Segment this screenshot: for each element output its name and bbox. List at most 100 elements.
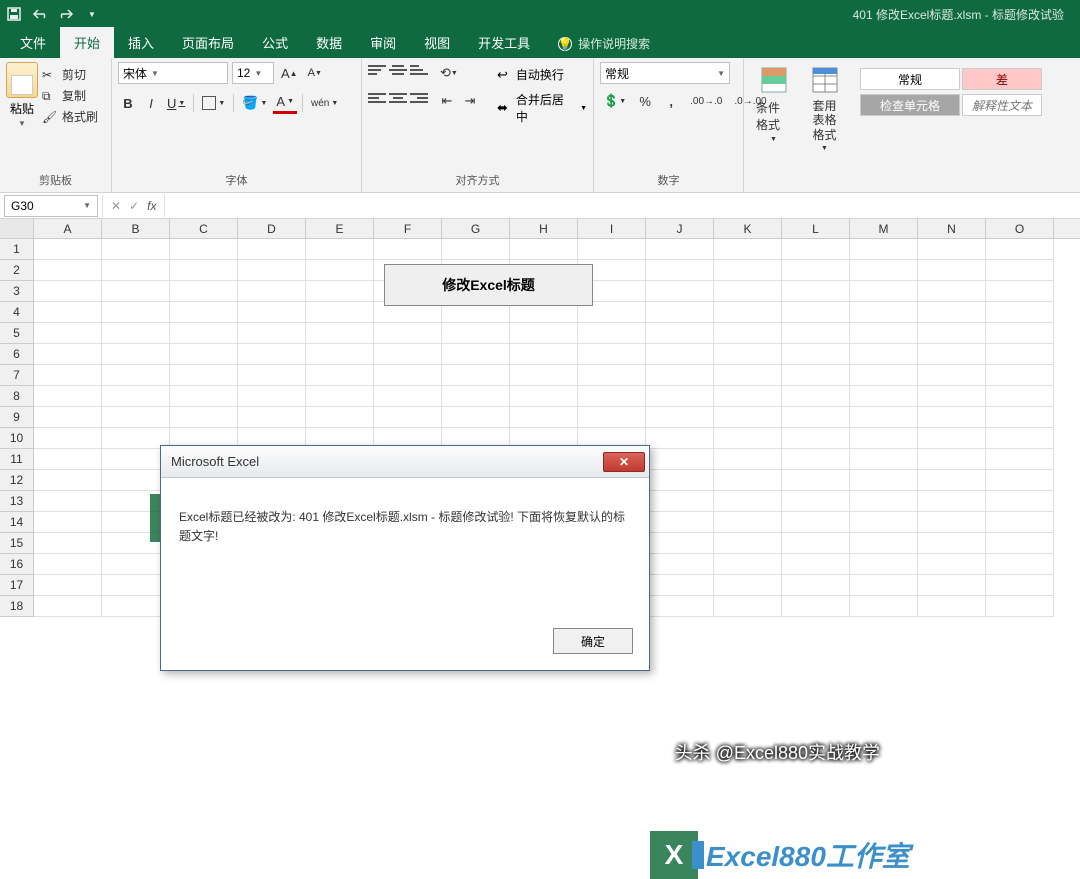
cell[interactable]: [850, 470, 918, 491]
cell[interactable]: [714, 407, 782, 428]
tab-review[interactable]: 审阅: [356, 27, 410, 58]
cell[interactable]: [918, 554, 986, 575]
cell[interactable]: [918, 449, 986, 470]
cell[interactable]: [34, 596, 102, 617]
cell[interactable]: [782, 302, 850, 323]
cell[interactable]: [102, 323, 170, 344]
col-header-B[interactable]: B: [102, 219, 170, 238]
cell[interactable]: [102, 281, 170, 302]
decrease-indent-button[interactable]: ⇤: [437, 90, 457, 112]
cell[interactable]: [646, 554, 714, 575]
dialog-close-button[interactable]: ✕: [603, 452, 645, 472]
row-header[interactable]: 15: [0, 533, 34, 554]
align-left-button[interactable]: [368, 90, 386, 106]
cell[interactable]: [34, 302, 102, 323]
cell[interactable]: [374, 365, 442, 386]
cell[interactable]: [374, 407, 442, 428]
cell[interactable]: [714, 554, 782, 575]
cell[interactable]: [646, 239, 714, 260]
copy-button[interactable]: ⧉复制: [42, 87, 98, 104]
cell[interactable]: [918, 491, 986, 512]
cell[interactable]: [782, 260, 850, 281]
col-header-O[interactable]: O: [986, 219, 1054, 238]
cell[interactable]: [782, 596, 850, 617]
cell[interactable]: [510, 386, 578, 407]
cell[interactable]: [646, 449, 714, 470]
cell[interactable]: [986, 260, 1054, 281]
cell[interactable]: [986, 302, 1054, 323]
cell[interactable]: [918, 407, 986, 428]
cell[interactable]: [578, 365, 646, 386]
cell[interactable]: [34, 554, 102, 575]
cell[interactable]: [782, 239, 850, 260]
align-right-button[interactable]: [410, 90, 428, 106]
row-header[interactable]: 9: [0, 407, 34, 428]
cell[interactable]: [238, 281, 306, 302]
cell[interactable]: [306, 344, 374, 365]
cell[interactable]: [782, 386, 850, 407]
cell[interactable]: [646, 470, 714, 491]
style-check[interactable]: 检查单元格: [860, 94, 960, 116]
enter-icon[interactable]: ✓: [129, 199, 139, 213]
tab-formulas[interactable]: 公式: [248, 27, 302, 58]
cell[interactable]: [646, 596, 714, 617]
cell[interactable]: [34, 260, 102, 281]
cell[interactable]: [34, 491, 102, 512]
row-header[interactable]: 18: [0, 596, 34, 617]
cell[interactable]: [238, 407, 306, 428]
cell[interactable]: [374, 239, 442, 260]
save-icon[interactable]: [6, 6, 22, 22]
cell[interactable]: [918, 281, 986, 302]
cell[interactable]: [850, 281, 918, 302]
cell[interactable]: [510, 344, 578, 365]
cell[interactable]: [918, 323, 986, 344]
row-header[interactable]: 3: [0, 281, 34, 302]
bold-button[interactable]: B: [118, 92, 138, 114]
cell[interactable]: [850, 428, 918, 449]
cell[interactable]: [714, 344, 782, 365]
row-header[interactable]: 12: [0, 470, 34, 491]
cell[interactable]: [918, 428, 986, 449]
cell[interactable]: [170, 302, 238, 323]
row-header[interactable]: 6: [0, 344, 34, 365]
cell[interactable]: [34, 281, 102, 302]
cell[interactable]: [238, 386, 306, 407]
cell[interactable]: [102, 239, 170, 260]
cell[interactable]: [714, 386, 782, 407]
cell[interactable]: [238, 302, 306, 323]
cell[interactable]: [782, 512, 850, 533]
format-as-table-button[interactable]: 套用 表格格式 ▼: [801, 62, 848, 154]
cell[interactable]: [986, 512, 1054, 533]
cell[interactable]: [782, 449, 850, 470]
cell[interactable]: [714, 428, 782, 449]
cell[interactable]: [646, 344, 714, 365]
tab-developer[interactable]: 开发工具: [464, 27, 544, 58]
cell[interactable]: [986, 575, 1054, 596]
cell[interactable]: [306, 260, 374, 281]
cell[interactable]: [170, 260, 238, 281]
cell[interactable]: [782, 365, 850, 386]
cell[interactable]: [102, 407, 170, 428]
cell[interactable]: [850, 302, 918, 323]
cell[interactable]: [850, 365, 918, 386]
cell[interactable]: [170, 323, 238, 344]
cell[interactable]: [442, 386, 510, 407]
cell[interactable]: [374, 386, 442, 407]
cell[interactable]: [34, 323, 102, 344]
row-header[interactable]: 16: [0, 554, 34, 575]
cell[interactable]: [714, 260, 782, 281]
tab-insert[interactable]: 插入: [114, 27, 168, 58]
cell[interactable]: [850, 239, 918, 260]
dialog-ok-button[interactable]: 确定: [553, 628, 633, 654]
cell[interactable]: [306, 386, 374, 407]
cell[interactable]: [646, 323, 714, 344]
cell[interactable]: [102, 344, 170, 365]
wrap-text-button[interactable]: ↩自动换行: [497, 66, 587, 83]
row-header[interactable]: 10: [0, 428, 34, 449]
row-header[interactable]: 14: [0, 512, 34, 533]
tab-page-layout[interactable]: 页面布局: [168, 27, 248, 58]
cell[interactable]: [170, 386, 238, 407]
cell[interactable]: [714, 470, 782, 491]
cell[interactable]: [34, 428, 102, 449]
cell[interactable]: [170, 365, 238, 386]
